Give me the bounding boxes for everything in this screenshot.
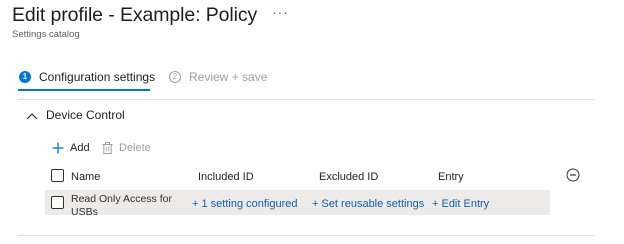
included-id-link[interactable]: + 1 setting configured: [192, 198, 298, 210]
column-header-name: Name: [71, 171, 101, 183]
row-name-cell: Read Only Access for USBs: [71, 193, 172, 215]
delete-button-label: Delete: [119, 142, 151, 154]
wizard-step-configuration-settings[interactable]: 1 Configuration settings: [19, 70, 155, 84]
page-title: Edit profile - Example: Policy: [12, 4, 258, 26]
add-button[interactable]: Add: [52, 142, 90, 154]
column-header-entry: Entry: [438, 171, 464, 183]
plus-icon: [52, 142, 64, 154]
active-step-indicator: [18, 89, 150, 91]
ellipsis-icon[interactable]: ···: [272, 4, 289, 20]
wizard-divider: [18, 99, 595, 100]
wizard-step-review-save[interactable]: 2 Review + save: [169, 70, 267, 84]
column-header-excluded-id: Excluded ID: [319, 171, 379, 183]
add-button-label: Add: [70, 142, 90, 154]
step-label: Configuration settings: [39, 70, 156, 84]
page-subtitle: Settings catalog: [12, 29, 80, 40]
section-title-device-control[interactable]: Device Control: [46, 108, 125, 122]
step-label: Review + save: [189, 70, 268, 84]
column-header-included-id: Included ID: [198, 171, 254, 183]
minus-circle-icon[interactable]: [566, 168, 580, 182]
step-number-badge: 2: [169, 71, 181, 83]
row-checkbox[interactable]: [51, 196, 64, 209]
edit-entry-link[interactable]: + Edit Entry: [432, 198, 489, 210]
trash-icon: [102, 142, 113, 154]
step-number-badge: 1: [19, 71, 31, 83]
excluded-id-link[interactable]: + Set reusable settings: [312, 198, 424, 210]
chevron-up-icon[interactable]: [26, 111, 38, 121]
select-all-checkbox[interactable]: [51, 169, 64, 182]
delete-button[interactable]: Delete: [102, 142, 151, 154]
section-bottom-divider: [18, 235, 595, 236]
